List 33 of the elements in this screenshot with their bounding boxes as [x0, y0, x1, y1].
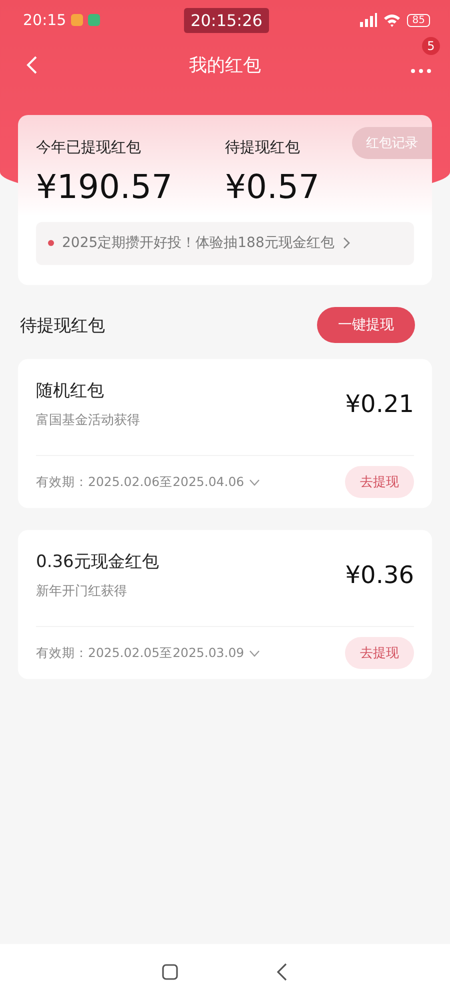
packet-amount: ¥0.21	[345, 390, 414, 418]
packet-amount: ¥0.36	[345, 561, 414, 589]
withdraw-all-button[interactable]: 一键提现	[317, 307, 415, 343]
packet-name: 随机红包	[36, 380, 105, 402]
chevron-down-icon[interactable]	[249, 478, 260, 486]
section-title: 待提现红包	[20, 314, 105, 336]
chevron-down-icon[interactable]	[249, 650, 260, 656]
withdraw-button[interactable]: 去提现	[345, 466, 414, 498]
packet-source: 富国基金活动获得	[36, 412, 140, 429]
clock-badge: 20:15:26	[184, 8, 270, 32]
validity-text: 有效期：2025.02.06至2025.04.06	[36, 474, 244, 490]
stat-amount: ¥0.57	[225, 167, 320, 206]
battery-icon: 85	[407, 14, 430, 26]
home-icon[interactable]	[162, 964, 178, 980]
notice-text: 2025定期攒开好投！体验抽188元现金红包	[62, 234, 334, 252]
stat-label: 待提现红包	[225, 138, 300, 157]
page-title: 我的红包	[189, 54, 261, 77]
chevron-right-icon	[342, 237, 350, 249]
more-icon[interactable]	[410, 68, 432, 74]
packet-source: 新年开门红获得	[36, 583, 128, 600]
back-icon[interactable]	[276, 962, 288, 980]
packet-name: 0.36元现金红包	[36, 551, 159, 573]
stat-amount: ¥190.57	[36, 167, 174, 206]
signal-icon	[357, 13, 378, 27]
notification-icon	[71, 14, 84, 26]
stat-label: 今年已提现红包	[36, 138, 141, 157]
bullet-icon	[48, 240, 54, 246]
notification-icon	[88, 14, 100, 26]
wifi-icon	[383, 13, 402, 27]
validity-text: 有效期：2025.02.05至2025.03.09	[36, 644, 244, 662]
withdraw-button[interactable]: 去提现	[345, 637, 414, 669]
notice-bar[interactable]: 2025定期攒开好投！体验抽188元现金红包	[36, 222, 414, 265]
status-time: 20:15	[23, 11, 66, 29]
